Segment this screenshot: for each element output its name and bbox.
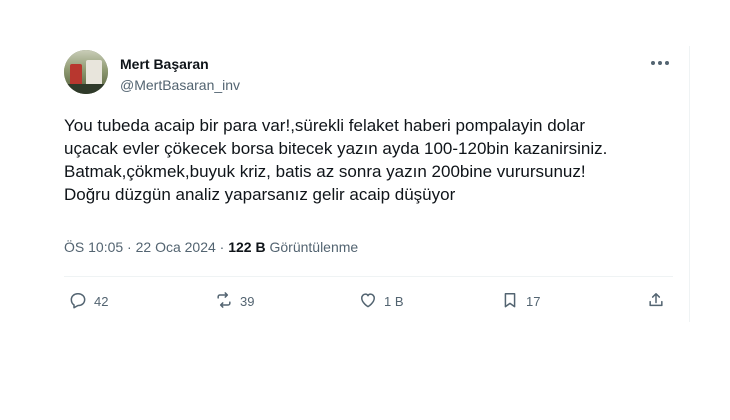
like-button[interactable]: 1 B xyxy=(358,290,404,312)
like-count: 1 B xyxy=(384,293,404,309)
share-button[interactable] xyxy=(646,290,666,312)
bookmark-button[interactable]: 17 xyxy=(500,290,540,312)
tweet-text: You tubeda acaip bir para var!,sürekli f… xyxy=(64,116,608,204)
reply-button[interactable]: 42 xyxy=(68,290,108,312)
meta-separator: · xyxy=(219,239,225,255)
more-icon[interactable] xyxy=(648,56,672,70)
bookmark-count: 17 xyxy=(526,293,541,309)
repost-count: 39 xyxy=(240,293,255,309)
right-border xyxy=(689,46,690,322)
tweet-date[interactable]: 22 Oca 2024 xyxy=(136,239,216,255)
display-name[interactable]: Mert Başaran xyxy=(120,56,209,72)
repost-button[interactable]: 39 xyxy=(214,290,254,312)
reply-count: 42 xyxy=(94,293,109,309)
repost-icon xyxy=(214,290,234,313)
views-count: 122 B xyxy=(228,239,266,255)
reply-icon xyxy=(68,290,88,313)
bookmark-icon xyxy=(500,290,520,313)
share-icon xyxy=(646,290,666,313)
avatar[interactable] xyxy=(64,50,108,94)
divider xyxy=(64,276,673,277)
like-icon xyxy=(358,290,378,313)
tweet-time[interactable]: ÖS 10:05 xyxy=(64,239,123,255)
tweet-meta: ÖS 10:05 · 22 Oca 2024 · 122 B Görüntüle… xyxy=(64,239,358,255)
user-handle[interactable]: @MertBasaran_inv xyxy=(120,77,240,93)
views-label: Görüntülenme xyxy=(269,239,359,255)
tweet-card[interactable]: Mert Başaran @MertBasaran_inv You tubeda… xyxy=(48,34,689,330)
meta-separator: · xyxy=(127,239,132,255)
